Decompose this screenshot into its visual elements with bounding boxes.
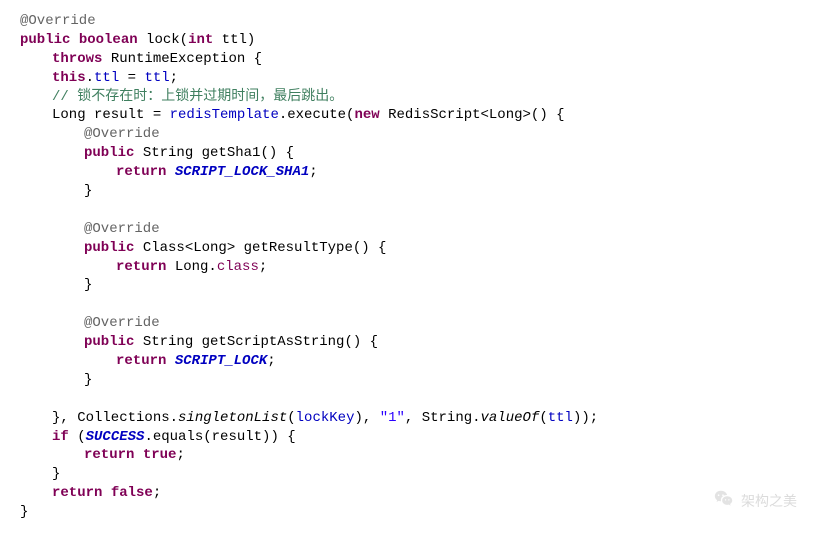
- punct: }: [84, 183, 92, 199]
- identifier: lock(: [138, 32, 188, 48]
- string: "1": [380, 410, 405, 426]
- keyword: class: [217, 259, 259, 275]
- code-line: this.ttl = ttl;: [20, 69, 807, 88]
- code-line: @Override: [20, 125, 807, 144]
- watermark-text: 架构之美: [741, 492, 797, 511]
- identifier: RuntimeException {: [102, 51, 262, 67]
- code-line: throws RuntimeException {: [20, 50, 807, 69]
- code-line: @Override: [20, 12, 807, 31]
- code-line: @Override: [20, 220, 807, 239]
- static-field: SCRIPT_LOCK: [175, 353, 267, 369]
- code-block: @Override public boolean lock(int ttl) t…: [20, 12, 807, 522]
- identifier: Class<Long> getResultType() {: [134, 240, 386, 256]
- identifier: RedisScript<Long>() {: [380, 107, 565, 123]
- keyword: return: [116, 259, 166, 275]
- punct: }: [20, 504, 28, 520]
- keyword: throws: [52, 51, 102, 67]
- code-line: }: [20, 276, 807, 295]
- keyword: return: [52, 485, 102, 501]
- code-line: public boolean lock(int ttl): [20, 31, 807, 50]
- punct: =: [119, 70, 144, 86]
- identifier: .equals(result)) {: [144, 429, 295, 445]
- static-field: SCRIPT_LOCK_SHA1: [175, 164, 309, 180]
- punct: ),: [354, 410, 379, 426]
- space: [166, 353, 174, 369]
- static-field: SUCCESS: [86, 429, 145, 445]
- code-line: return SCRIPT_LOCK;: [20, 352, 807, 371]
- code-line: public String getSha1() {: [20, 144, 807, 163]
- punct: (: [69, 429, 86, 445]
- identifier: String getScriptAsString() {: [134, 334, 378, 350]
- watermark: 架构之美: [713, 488, 797, 515]
- keyword: this: [52, 70, 86, 86]
- punct: ;: [309, 164, 317, 180]
- keyword: boolean: [79, 32, 138, 48]
- keyword: public: [20, 32, 70, 48]
- keyword: public: [84, 145, 134, 161]
- field: ttl: [94, 70, 119, 86]
- code-line: Long result = redisTemplate.execute(new …: [20, 106, 807, 125]
- identifier: ttl): [213, 32, 255, 48]
- keyword: return: [116, 164, 166, 180]
- keyword: public: [84, 334, 134, 350]
- code-line: public String getScriptAsString() {: [20, 333, 807, 352]
- punct: }: [84, 372, 92, 388]
- keyword: public: [84, 240, 134, 256]
- field: redisTemplate: [170, 107, 279, 123]
- code-line: }: [20, 182, 807, 201]
- code-line: }, Collections.singletonList(lockKey), "…: [20, 409, 807, 428]
- code-line: return true;: [20, 446, 807, 465]
- static-method: valueOf: [481, 410, 540, 426]
- punct: }: [84, 277, 92, 293]
- punct: ));: [573, 410, 598, 426]
- keyword: int: [188, 32, 213, 48]
- punct: ;: [267, 353, 275, 369]
- identifier: Long result =: [52, 107, 170, 123]
- punct: ;: [259, 259, 267, 275]
- annotation: @Override: [84, 315, 160, 331]
- space: [166, 164, 174, 180]
- code-line: return false;: [20, 484, 807, 503]
- keyword: false: [111, 485, 153, 501]
- annotation: @Override: [84, 126, 160, 142]
- field: lockKey: [296, 410, 355, 426]
- punct: ;: [153, 485, 161, 501]
- punct: (: [539, 410, 547, 426]
- code-line: public Class<Long> getResultType() {: [20, 239, 807, 258]
- identifier: }, Collections.: [52, 410, 178, 426]
- code-line: [20, 201, 807, 220]
- wechat-icon: [713, 488, 741, 515]
- identifier: .execute(: [279, 107, 355, 123]
- code-line: // 锁不存在时：上锁并过期时间，最后跳出。: [20, 88, 807, 107]
- code-line: return Long.class;: [20, 258, 807, 277]
- code-line: if (SUCCESS.equals(result)) {: [20, 428, 807, 447]
- punct: (: [287, 410, 295, 426]
- code-line: [20, 390, 807, 409]
- punct: ;: [170, 70, 178, 86]
- code-line: }: [20, 371, 807, 390]
- punct: .: [86, 70, 94, 86]
- identifier: , String.: [405, 410, 481, 426]
- code-line: [20, 295, 807, 314]
- comment: // 锁不存在时：上锁并过期时间，最后跳出。: [52, 89, 343, 105]
- keyword: new: [354, 107, 379, 123]
- identifier: Long.: [166, 259, 216, 275]
- identifier: String getSha1() {: [134, 145, 294, 161]
- annotation: @Override: [20, 13, 96, 29]
- punct: }: [52, 466, 60, 482]
- code-line: return SCRIPT_LOCK_SHA1;: [20, 163, 807, 182]
- static-method: singletonList: [178, 410, 287, 426]
- keyword: if: [52, 429, 69, 445]
- code-line: }: [20, 465, 807, 484]
- keyword: return: [116, 353, 166, 369]
- punct: ;: [176, 447, 184, 463]
- field: ttl: [144, 70, 169, 86]
- annotation: @Override: [84, 221, 160, 237]
- field: ttl: [548, 410, 573, 426]
- keyword: true: [143, 447, 177, 463]
- code-line: @Override: [20, 314, 807, 333]
- keyword: return: [84, 447, 134, 463]
- code-line: }: [20, 503, 807, 522]
